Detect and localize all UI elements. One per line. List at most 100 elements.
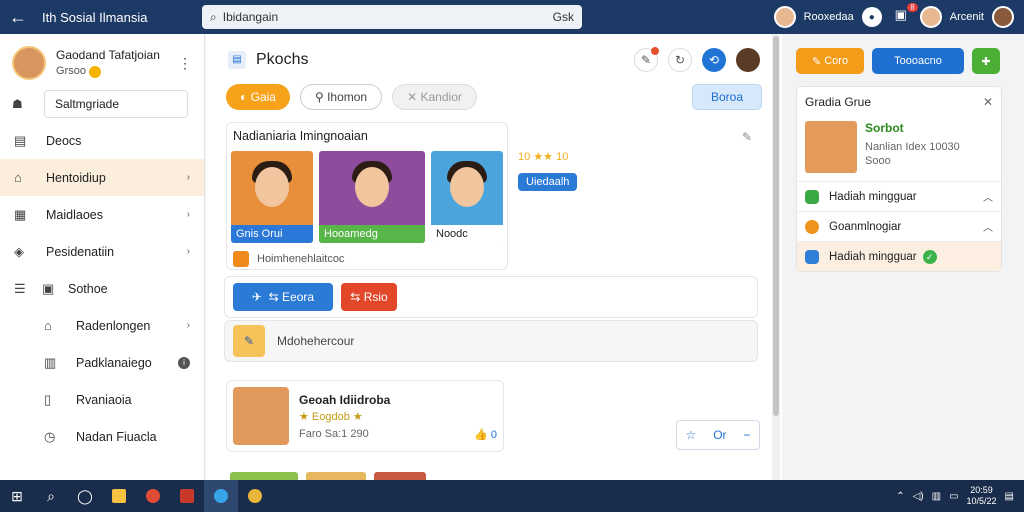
note-bar[interactable]: ✎ Mdohehercour — [224, 320, 758, 362]
like-icon[interactable]: 👍 — [474, 429, 491, 441]
network-icon[interactable]: ▥ — [932, 491, 941, 502]
post-card[interactable]: Geoah Idiidroba ★ Eogdob ★ Faro Sa:1 290… — [226, 380, 504, 452]
tab-gaia[interactable]: ◐ Gaia — [226, 84, 290, 110]
blue-action-button[interactable]: Toooacno — [872, 48, 964, 74]
photo-thumbnail[interactable]: Hooamedg — [319, 151, 425, 243]
action-box[interactable]: ☆ Or − — [676, 420, 760, 450]
search-hint: Gsk — [552, 10, 574, 24]
twitter-share-button[interactable]: ✈ ⇆ Eeora — [233, 283, 333, 311]
photo-figure — [355, 167, 389, 207]
chevron-right-icon: › — [186, 209, 190, 220]
second-user-avatar[interactable] — [919, 6, 942, 28]
social-app-icon[interactable] — [204, 480, 238, 512]
document-icon: ▣ — [42, 280, 55, 296]
share-icon[interactable]: ⟲ — [702, 48, 726, 72]
red-share-button[interactable]: ⇆ Rsio — [341, 283, 397, 311]
coin-icon — [805, 219, 819, 234]
chevron-up-icon[interactable]: ⌃ — [896, 491, 904, 502]
file-explorer-icon[interactable] — [102, 480, 136, 512]
office-icon[interactable] — [170, 480, 204, 512]
battery-icon[interactable]: ▭ — [949, 491, 958, 502]
photo-figure — [255, 167, 289, 207]
office-shape — [180, 489, 194, 503]
status-icon[interactable]: ● — [861, 7, 882, 27]
share-bar: ✈ ⇆ Eeora ⇆ Rsio — [224, 276, 758, 318]
search-icon[interactable]: ⌕ — [34, 480, 68, 512]
tab-kandior[interactable]: ✕ Kandior — [392, 84, 477, 110]
close-icon[interactable]: ✕ — [983, 95, 993, 109]
sidebar-item-deocs[interactable]: ▤ Deocs — [0, 122, 204, 159]
user-avatar[interactable] — [773, 6, 796, 28]
profile-name: Gaodand Tafatjoian — [56, 48, 160, 63]
notification-icon[interactable]: ▣ 8 — [890, 3, 918, 27]
sidebar-item-label: Maidlaoes — [46, 207, 103, 222]
user-name[interactable]: Rooxedaa — [804, 11, 854, 23]
edit-icon[interactable]: ✎ — [742, 130, 752, 144]
orange-action-button[interactable]: ✎ Coro — [796, 48, 864, 74]
main-scrollbar[interactable] — [772, 34, 780, 480]
account-avatar[interactable] — [992, 6, 1014, 28]
close-icon: ✕ — [407, 90, 421, 104]
second-user-name[interactable]: Arcenit — [950, 11, 984, 23]
sidebar-item-sothoe[interactable]: ☰ ▣ Sothoe — [0, 270, 204, 307]
chrome-shape — [146, 489, 160, 503]
photo-thumbnail[interactable]: Noodc — [431, 151, 503, 243]
browser-icon[interactable] — [238, 480, 272, 512]
user-avatar-small[interactable] — [736, 48, 760, 72]
bird-icon — [805, 249, 819, 264]
more-options-icon[interactable]: ⋮ — [178, 55, 192, 72]
category-tag[interactable]: Uiedaalh — [518, 173, 578, 191]
profile-photo — [805, 121, 857, 173]
chevron-right-icon: › — [186, 246, 190, 257]
media-card: Nadianiaria Imingnoaian Gnis Orui Hooame… — [226, 122, 508, 270]
windows-start-icon[interactable]: ⊞ — [0, 480, 34, 512]
sidebar-item-maidlaoes[interactable]: ▦ Maidlaoes › — [0, 196, 204, 233]
card-heading: Nadianiaria Imingnoaian — [233, 129, 368, 143]
folder-icon: ☗ — [12, 97, 23, 111]
reward-row-selected[interactable]: Hadiah mingguar ✓ — [797, 241, 1001, 271]
search-bar[interactable]: ⌕ Ibidangain Gsk — [202, 5, 582, 29]
notification-count: 8 — [907, 3, 918, 12]
reward-row[interactable]: Hadiah mingguar ︿ — [797, 181, 1001, 211]
partial-row — [230, 472, 426, 480]
card-footer-text: Hoimhenehlaitcoc — [257, 253, 345, 265]
tab-boroa[interactable]: Boroa — [691, 84, 762, 110]
add-icon[interactable]: ✚ — [972, 48, 1000, 74]
notification-center-icon[interactable]: ▤ — [1005, 491, 1014, 502]
tab-ihomon[interactable]: ⚲ Ihomon — [299, 84, 383, 110]
person-icon: ⚲ — [314, 90, 328, 104]
volume-icon[interactable]: ◁) — [913, 491, 924, 502]
chrome-icon[interactable] — [136, 480, 170, 512]
thumbnail-caption: Gnis Orui — [231, 225, 313, 243]
coin-icon — [88, 65, 101, 78]
chat-icon[interactable]: ◯ — [68, 480, 102, 512]
sidebar-item-rvaniaoia[interactable]: ▯ Rvaniaoia — [0, 381, 204, 418]
scrollbar-thumb[interactable] — [773, 36, 779, 416]
sidebar-item-hentoidiup[interactable]: ⌂ Hentoidiup › — [0, 159, 204, 196]
reward-row[interactable]: Goanmlnogiar ︿ — [797, 211, 1001, 241]
sidebar-item-radenlongen[interactable]: ⌂ Radenlongen › — [0, 307, 204, 344]
bell-icon[interactable]: ✎ — [634, 47, 659, 72]
sidebar-item-nadan-fiuacla[interactable]: ◷ Nadan Fiuacla — [0, 418, 204, 455]
search-input[interactable]: Ibidangain — [223, 10, 553, 24]
back-arrow-icon[interactable]: ← — [0, 7, 36, 28]
star-outline-icon[interactable]: ☆ — [685, 428, 696, 442]
refresh-icon[interactable]: ↻ — [668, 48, 692, 72]
minus-icon[interactable]: − — [743, 428, 750, 442]
app-logo-icon: ▤ — [228, 51, 246, 69]
app-shape — [214, 489, 228, 503]
sidebar-item-label: Padklanaiego — [76, 355, 152, 370]
photo-thumbnail[interactable]: Gnis Orui — [231, 151, 313, 243]
tab-icon: ◐ — [240, 90, 251, 104]
grid-icon: ▦ — [14, 206, 27, 222]
sidebar-search-field[interactable]: Saltmgriade — [44, 90, 188, 118]
chevron-up-icon[interactable]: ︿ — [983, 189, 993, 204]
clock[interactable]: 20:59 10/5/22 — [967, 485, 997, 507]
sidebar-profile[interactable]: Gaodand Tafatjoian Grsoo ⋮ — [0, 34, 204, 86]
sidebar-item-pesidenatiin[interactable]: ◈ Pesidenatiin › — [0, 233, 204, 270]
chevron-up-icon[interactable]: ︿ — [983, 219, 993, 234]
sidebar-item-padklanaiego[interactable]: ▥ Padklanaiego i — [0, 344, 204, 381]
tools-icon: ✎ — [233, 325, 265, 357]
rating-stars: 10 ★★ 10 — [518, 151, 569, 163]
page-icon: ▯ — [44, 391, 52, 407]
